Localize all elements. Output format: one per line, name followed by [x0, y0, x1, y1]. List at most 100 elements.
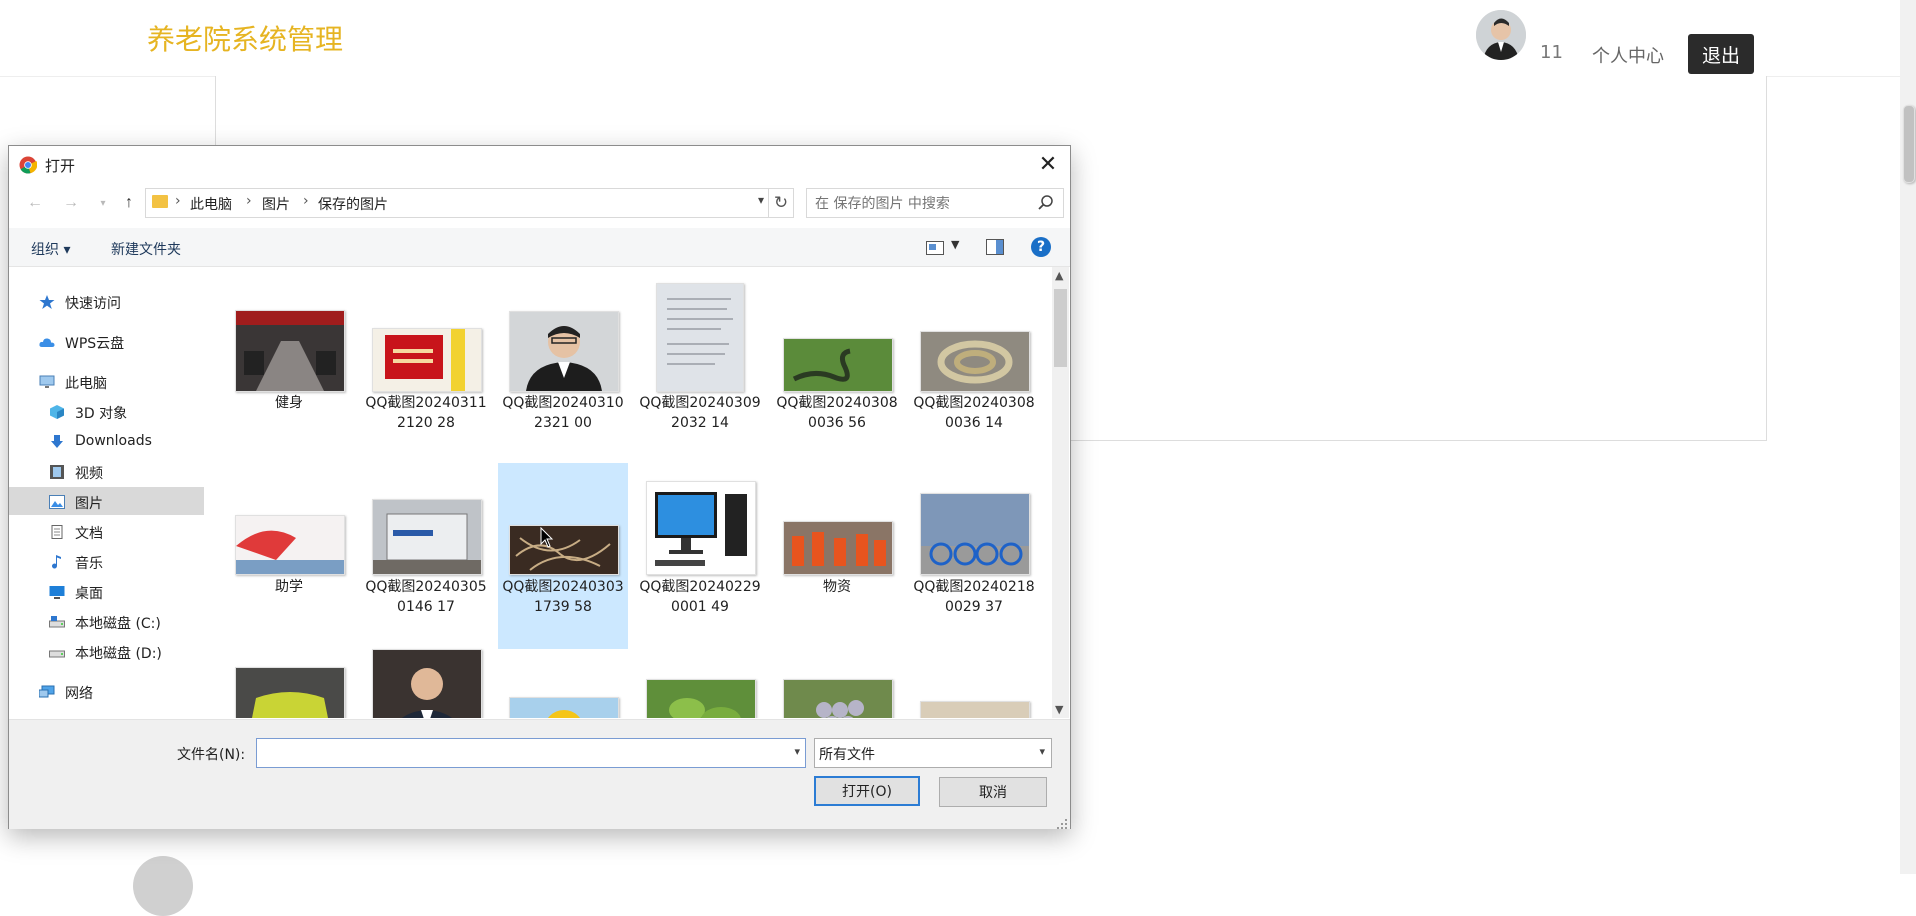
file-item[interactable]: QQ截图202403092032 14: [635, 267, 765, 453]
network-icon: [38, 684, 55, 698]
help-icon[interactable]: ?: [1031, 237, 1051, 257]
file-list-scrollbar[interactable]: ▲ ▼: [1052, 267, 1069, 718]
page-scrollbar[interactable]: [1900, 0, 1916, 874]
nav-item-3d-objects[interactable]: 3D 对象: [9, 397, 204, 425]
drive-icon: [49, 644, 65, 658]
file-item[interactable]: QQ截图202403050146 17: [361, 463, 491, 649]
file-item[interactable]: 物资: [772, 463, 902, 649]
back-arrow-icon[interactable]: ←: [23, 191, 47, 215]
thumbnail-snake: [783, 338, 893, 392]
breadcrumb-saved-pictures[interactable]: 保存的图片: [318, 194, 388, 214]
thumbnail-grapes: [783, 679, 893, 718]
star-icon: [39, 294, 55, 309]
download-icon: [49, 434, 65, 448]
thumbnail: [509, 525, 619, 575]
file-item[interactable]: [498, 659, 628, 718]
chevron-right-icon: ›: [175, 193, 181, 209]
view-dropdown-chevron-icon[interactable]: ▼: [951, 238, 959, 251]
thumbnail-person: [372, 649, 482, 718]
thumbnail-plant: [646, 679, 756, 718]
logout-button[interactable]: 退出: [1688, 34, 1754, 74]
open-button[interactable]: 打开(O): [814, 776, 920, 806]
thumbnail-computer: [646, 481, 756, 575]
forward-arrow-icon[interactable]: →: [59, 191, 83, 215]
up-arrow-icon[interactable]: ↑: [117, 191, 141, 215]
thumbnail: [235, 515, 345, 575]
search-icon[interactable]: [1037, 194, 1055, 212]
file-item[interactable]: [361, 649, 491, 718]
chrome-icon: [19, 156, 38, 174]
nav-item-wps-cloud[interactable]: WPS云盘: [9, 327, 204, 355]
nav-item-documents[interactable]: 文档: [9, 517, 204, 545]
personal-center-link[interactable]: 个人中心: [1592, 42, 1664, 68]
file-item[interactable]: QQ截图202403080036 56: [772, 267, 902, 453]
cloud-icon: [39, 334, 55, 348]
chevron-down-icon[interactable]: ▾: [758, 193, 764, 207]
scroll-up-arrow-icon[interactable]: ▲: [1055, 269, 1063, 282]
breadcrumb-pictures[interactable]: 图片: [262, 194, 290, 214]
filename-input[interactable]: [261, 742, 780, 764]
file-item[interactable]: [909, 659, 1039, 718]
nav-item-music[interactable]: 音乐: [9, 547, 204, 575]
thumbnail: [920, 701, 1030, 718]
nav-item-pictures[interactable]: 图片: [9, 487, 204, 515]
top-navbar: 养老院系统管理 11 个人中心 退出: [0, 0, 1900, 77]
address-bar[interactable]: › 此电脑 › 图片 › 保存的图片 ▾: [145, 188, 769, 218]
file-item[interactable]: QQ截图202403112120 28: [361, 267, 491, 453]
thumbnail: [509, 311, 619, 392]
computer-icon: [39, 374, 55, 388]
app-title: 养老院系统管理: [147, 23, 344, 56]
thumbnail: [372, 499, 482, 575]
navigation-pane[interactable]: 快速访问 WPS云盘 此电脑 3D 对象 Downloads 视频 图片 文档: [9, 267, 204, 718]
file-item[interactable]: [772, 659, 902, 718]
organize-menu[interactable]: 组织 ▾: [31, 239, 70, 259]
search-box[interactable]: [806, 188, 1064, 218]
thumbnail-car: [235, 667, 345, 718]
resize-grip-icon[interactable]: [1056, 815, 1068, 829]
document-icon: [49, 524, 65, 539]
nav-item-network[interactable]: 网络: [9, 677, 204, 705]
user-id: 11: [1540, 42, 1563, 63]
dialog-titlebar[interactable]: 打开 ✕: [9, 146, 1070, 182]
dialog-title: 打开: [45, 157, 76, 175]
address-row: ← → ▾ ↑ › 此电脑 › 图片 › 保存的图片 ▾ ↻: [9, 186, 1070, 220]
file-type-select[interactable]: 所有文件 ▾: [814, 738, 1052, 768]
new-folder-button[interactable]: 新建文件夹: [111, 239, 181, 259]
nav-item-drive-d[interactable]: 本地磁盘 (D:): [9, 637, 204, 665]
chevron-down-icon[interactable]: ▾: [794, 745, 800, 758]
chevron-down-icon[interactable]: ▾: [1039, 745, 1045, 758]
file-item[interactable]: 助学: [224, 463, 354, 649]
file-item[interactable]: [635, 659, 765, 718]
view-options-icon[interactable]: [926, 240, 944, 255]
file-item-selected[interactable]: QQ截图202403031739 58: [498, 463, 628, 649]
refresh-icon[interactable]: ↻: [768, 188, 794, 218]
video-icon: [49, 464, 65, 479]
dialog-close-button[interactable]: ✕: [1026, 146, 1070, 182]
file-item[interactable]: 健身: [224, 267, 354, 453]
thumbnail-sunflower: [509, 697, 619, 718]
file-item[interactable]: QQ截图202402180029 37: [909, 463, 1039, 649]
nav-item-downloads[interactable]: Downloads: [9, 427, 204, 455]
thumbnail: [656, 283, 744, 392]
scrollbar-thumb[interactable]: [1054, 289, 1067, 367]
nav-item-drive-c[interactable]: 本地磁盘 (C:): [9, 607, 204, 635]
filename-label: 文件名(N):: [177, 747, 246, 763]
music-icon: [49, 554, 65, 569]
file-item[interactable]: QQ截图202403102321 00: [498, 267, 628, 453]
file-item[interactable]: QQ截图202402290001 49: [635, 463, 765, 649]
scroll-down-arrow-icon[interactable]: ▼: [1055, 703, 1063, 716]
search-input[interactable]: [813, 193, 1027, 215]
file-item[interactable]: QQ截图202403080036 14: [909, 267, 1039, 453]
avatar[interactable]: [1476, 10, 1526, 60]
nav-item-desktop[interactable]: 桌面: [9, 577, 204, 605]
file-item[interactable]: [224, 659, 354, 718]
nav-item-videos[interactable]: 视频: [9, 457, 204, 485]
filename-combobox[interactable]: ▾: [256, 738, 806, 768]
preview-pane-icon[interactable]: [986, 239, 1004, 255]
nav-item-quick-access[interactable]: 快速访问: [9, 287, 204, 315]
file-list[interactable]: 健身 QQ截图202403112120 28 QQ截图202403102321 …: [206, 267, 1052, 718]
breadcrumb-this-pc[interactable]: 此电脑: [190, 194, 232, 214]
nav-item-this-pc[interactable]: 此电脑: [9, 367, 204, 395]
recent-locations-chevron-icon[interactable]: ▾: [91, 191, 115, 215]
cancel-button[interactable]: 取消: [939, 777, 1047, 807]
